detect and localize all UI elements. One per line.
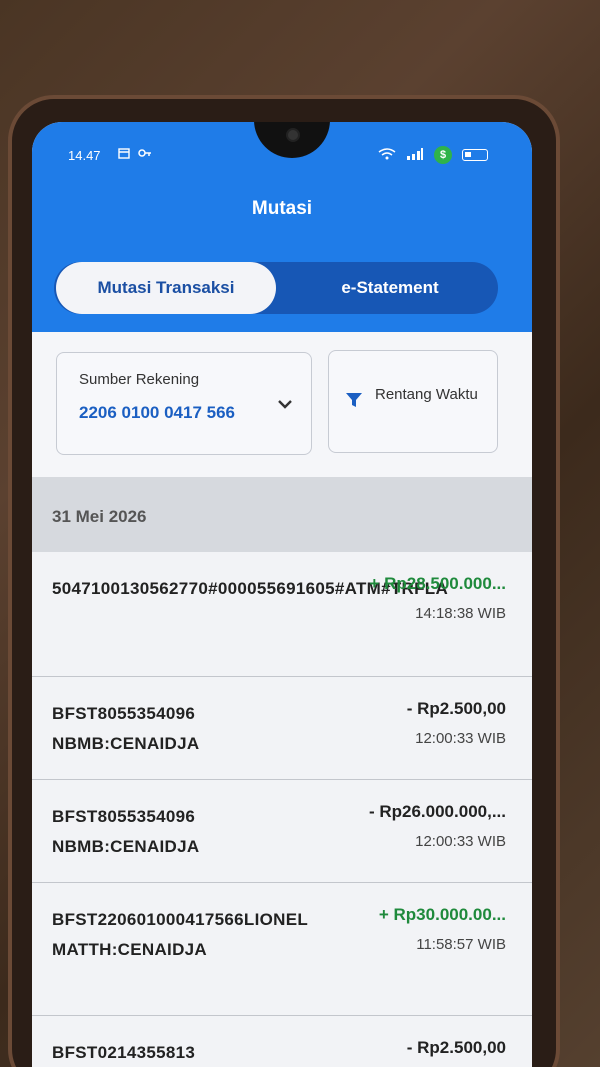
status-time: 14.47 [68,148,101,163]
transaction-amount: - Rp2.500,00 [406,699,506,718]
transaction-description: 5047100130562770#000055691605#ATM#TRFLA [52,579,449,598]
transaction-description: BFST220601000417566LIONEL MATTH:CENAIDJA [52,910,308,959]
camera-icon [286,128,300,142]
source-account-label: Sumber Rekening [79,371,200,388]
tab-mutasi-transaksi[interactable]: Mutasi Transaksi [56,262,276,314]
transaction-description: BFST0214355813 [52,1043,196,1062]
transaction-time: 11:58:57 WIB [416,936,506,953]
transaction-row[interactable]: BFST8055354096 NBMB:CENAIDJA - Rp2.500,0… [32,677,532,780]
status-bar: 14.47 $ [32,144,532,168]
transaction-description: BFST8055354096 NBMB:CENAIDJA [52,807,200,856]
transaction-row[interactable]: BFST0214355813 - Rp2.500,00 [32,1016,532,1067]
page-title: Mutasi [251,198,313,219]
transaction-list: 5047100130562770#000055691605#ATM#TRFLA … [32,552,532,1067]
money-icon: $ [434,146,452,164]
date-range-label: Rentang Waktu [375,386,478,403]
transaction-row[interactable]: BFST8055354096 NBMB:CENAIDJA - Rp26.000.… [32,780,532,883]
source-account-dropdown[interactable]: Sumber Rekening 2206 0100 0417 566 [56,352,312,455]
filter-icon [345,391,363,409]
app-screen: 14.47 $ Mutasi Mutasi Transaksi e-Statem… [32,122,532,1067]
transaction-time: 14:18:38 WIB [415,605,506,622]
date-group-label: 31 Mei 2026 [52,507,147,526]
transaction-amount: - Rp26.000.000,... [368,802,506,821]
wifi-icon [378,147,396,163]
key-icon [138,147,152,162]
transaction-time: 12:00:33 WIB [415,730,506,747]
status-icons-right: $ [378,146,488,164]
transaction-row[interactable]: 5047100130562770#000055691605#ATM#TRFLA … [32,552,532,677]
transaction-time: 12:00:33 WIB [415,833,506,850]
date-range-button[interactable]: Rentang Waktu [328,350,498,453]
calendar-icon [118,147,130,162]
tab-bar: Mutasi Transaksi e-Statement [54,262,498,314]
battery-icon [462,149,488,161]
transaction-description: BFST8055354096 NBMB:CENAIDJA [52,704,200,753]
status-icons-left [118,147,152,162]
signal-icon [406,147,424,163]
chevron-down-icon [277,393,293,414]
filter-section: Sumber Rekening 2206 0100 0417 566 Renta… [32,332,532,477]
source-account-value: 2206 0100 0417 566 [79,403,235,422]
transaction-amount: + Rp28.500.000... [369,574,506,593]
transaction-amount: - Rp2.500,00 [406,1038,506,1057]
date-group-header: 31 Mei 2026 [32,477,532,552]
transaction-row[interactable]: BFST220601000417566LIONEL MATTH:CENAIDJA… [32,883,532,1016]
tab-e-statement[interactable]: e-Statement [290,262,490,314]
transaction-amount: + Rp30.000.00... [378,905,506,924]
app-header: 14.47 $ Mutasi Mutasi Transaksi e-Statem… [32,122,532,332]
